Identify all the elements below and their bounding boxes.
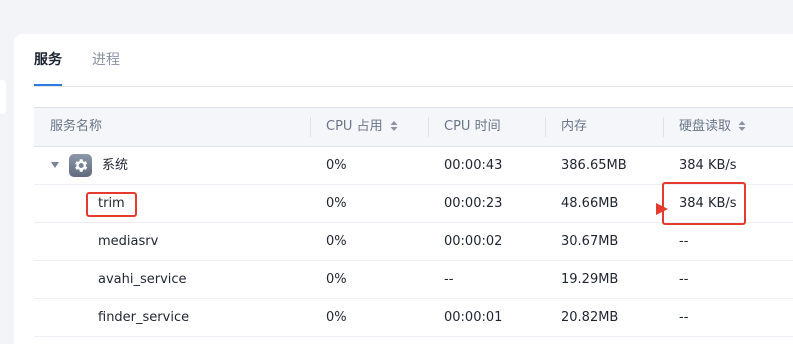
annotation-arrow-icon (150, 203, 668, 215)
